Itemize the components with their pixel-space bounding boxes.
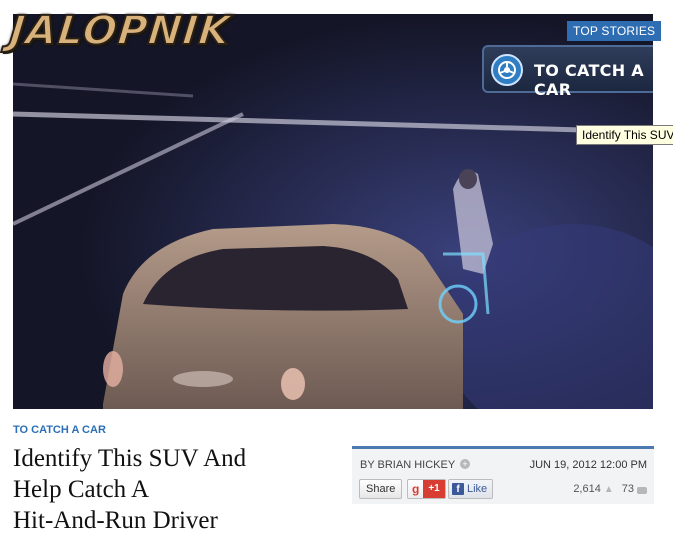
car-wheel-icon <box>491 54 523 86</box>
author-name[interactable]: BY BRIAN HICKEY <box>360 459 455 471</box>
like-label: Like <box>467 483 488 495</box>
follow-plus-icon[interactable]: + <box>460 459 471 469</box>
byline-box: BY BRIAN HICKEY + JUN 19, 2012 12:00 PM … <box>352 446 654 504</box>
plus-one-label: +1 <box>423 480 445 498</box>
series-badge[interactable]: TO CATCH A CAR <box>482 45 653 99</box>
headline-line: Identify This SUV And <box>13 445 247 472</box>
top-stories-badge[interactable]: TOP STORIES <box>567 21 662 41</box>
share-button[interactable]: Share <box>359 479 403 499</box>
headline-line: Help Catch A <box>13 476 150 503</box>
comment-count[interactable]: 73 <box>622 483 634 495</box>
category-link[interactable]: TO CATCH A CAR <box>13 424 106 436</box>
comment-bubble-icon[interactable] <box>637 486 647 494</box>
view-count: 2,614 <box>573 483 601 495</box>
facebook-like-button[interactable]: f Like <box>448 479 494 499</box>
site-logo[interactable]: JALOPNIK <box>7 7 234 55</box>
google-plus-one-button[interactable]: g +1 <box>407 479 446 499</box>
image-tooltip: Identify This SUV <box>576 125 673 145</box>
article-headline[interactable]: Identify This SUV And Help Catch A Hit-A… <box>13 443 333 536</box>
headline-line: Hit-And-Run Driver <box>13 507 218 534</box>
publish-date: JUN 19, 2012 12:00 PM <box>529 459 647 471</box>
views-flame-icon: ▲ <box>603 483 614 495</box>
facebook-icon: f <box>452 483 464 495</box>
article-stats: 2,614 ▲ 73 <box>573 483 647 495</box>
series-label: TO CATCH A CAR <box>534 61 644 99</box>
google-plus-icon: g <box>412 482 420 496</box>
author-byline[interactable]: BY BRIAN HICKEY + <box>360 459 471 471</box>
